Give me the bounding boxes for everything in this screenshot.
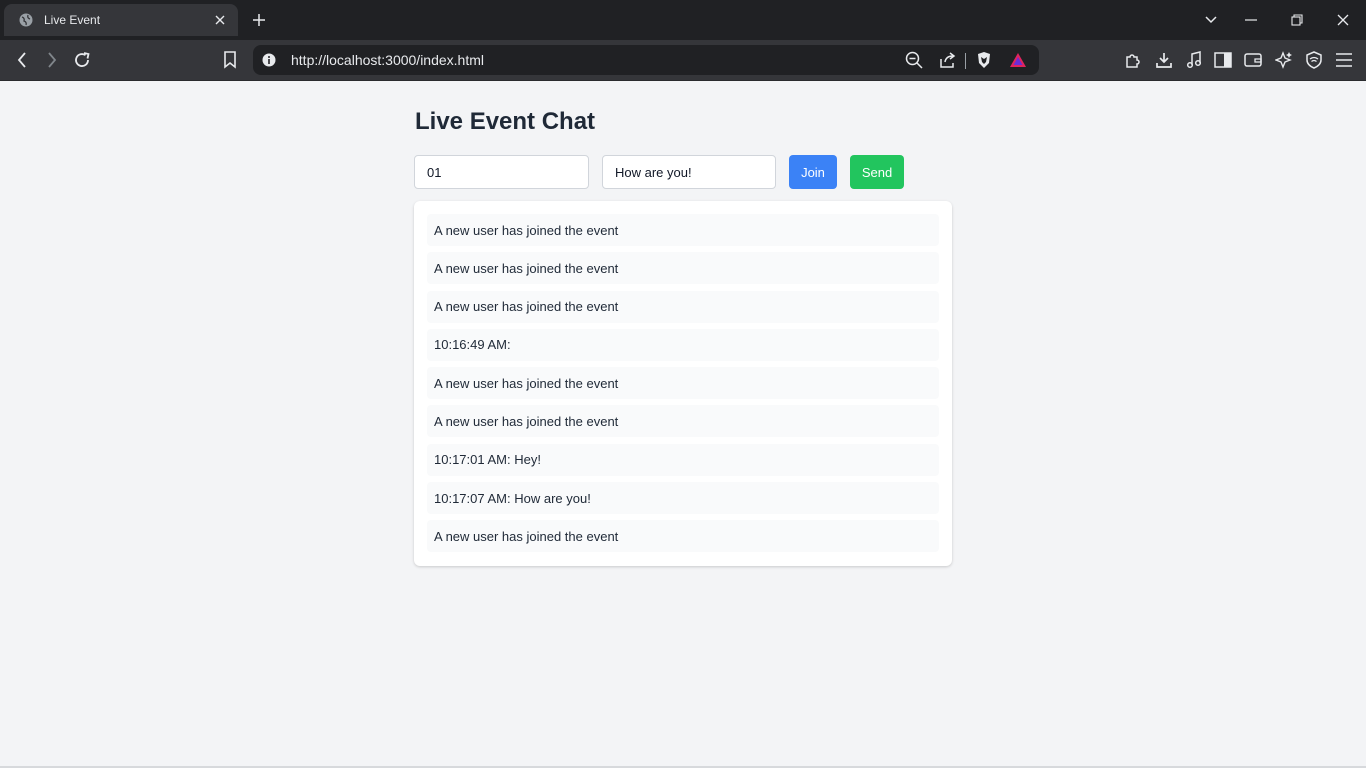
send-button[interactable]: Send (850, 155, 904, 189)
brave-rewards-icon[interactable] (1007, 49, 1029, 71)
event-id-input[interactable] (414, 155, 589, 189)
page-title: Live Event Chat (415, 108, 596, 135)
chat-message: A new user has joined the event (427, 214, 939, 246)
chat-message: 10:17:01 AM: Hey! (427, 443, 939, 476)
browser-toolbar: http://localhost:3000/index.html (0, 40, 1366, 81)
share-icon[interactable] (937, 49, 959, 71)
page-content: Live Event Chat Join Send A new user has… (0, 81, 1366, 768)
new-tab-icon[interactable] (249, 10, 269, 30)
restore-icon[interactable] (1285, 8, 1309, 32)
vpn-shield-icon[interactable] (1302, 48, 1326, 72)
chat-message: A new user has joined the event (427, 252, 939, 285)
reload-icon[interactable] (70, 48, 94, 72)
join-button[interactable]: Join (789, 155, 837, 189)
browser-tab-bar: Live Event (0, 0, 1366, 40)
brave-shields-icon[interactable] (973, 49, 995, 71)
minimize-icon[interactable] (1239, 8, 1263, 32)
tab-title: Live Event (44, 13, 101, 27)
downloads-icon[interactable] (1152, 48, 1176, 72)
back-icon[interactable] (10, 48, 34, 72)
message-input[interactable] (602, 155, 776, 189)
site-info-icon[interactable] (261, 52, 277, 68)
sidebar-toggle-icon[interactable] (1211, 48, 1235, 72)
chat-message: 10:16:49 AM: (427, 328, 939, 361)
url-text[interactable]: http://localhost:3000/index.html (291, 52, 484, 68)
media-music-icon[interactable] (1182, 48, 1206, 72)
chat-message: A new user has joined the event (427, 520, 939, 553)
bookmark-icon[interactable] (218, 48, 242, 72)
menu-icon[interactable] (1332, 48, 1356, 72)
close-tab-icon[interactable] (212, 12, 228, 28)
chat-messages-box: A new user has joined the event A new us… (414, 201, 952, 566)
globe-icon (18, 12, 34, 28)
chat-message: 10:17:07 AM: How are you! (427, 482, 939, 515)
browser-tab[interactable]: Live Event (4, 4, 238, 36)
zoom-out-icon[interactable] (903, 49, 925, 71)
forward-icon[interactable] (40, 48, 64, 72)
leo-ai-icon[interactable] (1272, 48, 1296, 72)
omnibox-divider (965, 53, 966, 69)
chat-message: A new user has joined the event (427, 367, 939, 400)
chat-message: A new user has joined the event (427, 290, 939, 323)
extensions-icon[interactable] (1121, 48, 1145, 72)
wallet-icon[interactable] (1241, 48, 1265, 72)
close-window-icon[interactable] (1331, 8, 1355, 32)
address-bar[interactable]: http://localhost:3000/index.html (253, 45, 1039, 75)
tab-search-chevron-icon[interactable] (1199, 8, 1223, 32)
chat-message: A new user has joined the event (427, 405, 939, 438)
